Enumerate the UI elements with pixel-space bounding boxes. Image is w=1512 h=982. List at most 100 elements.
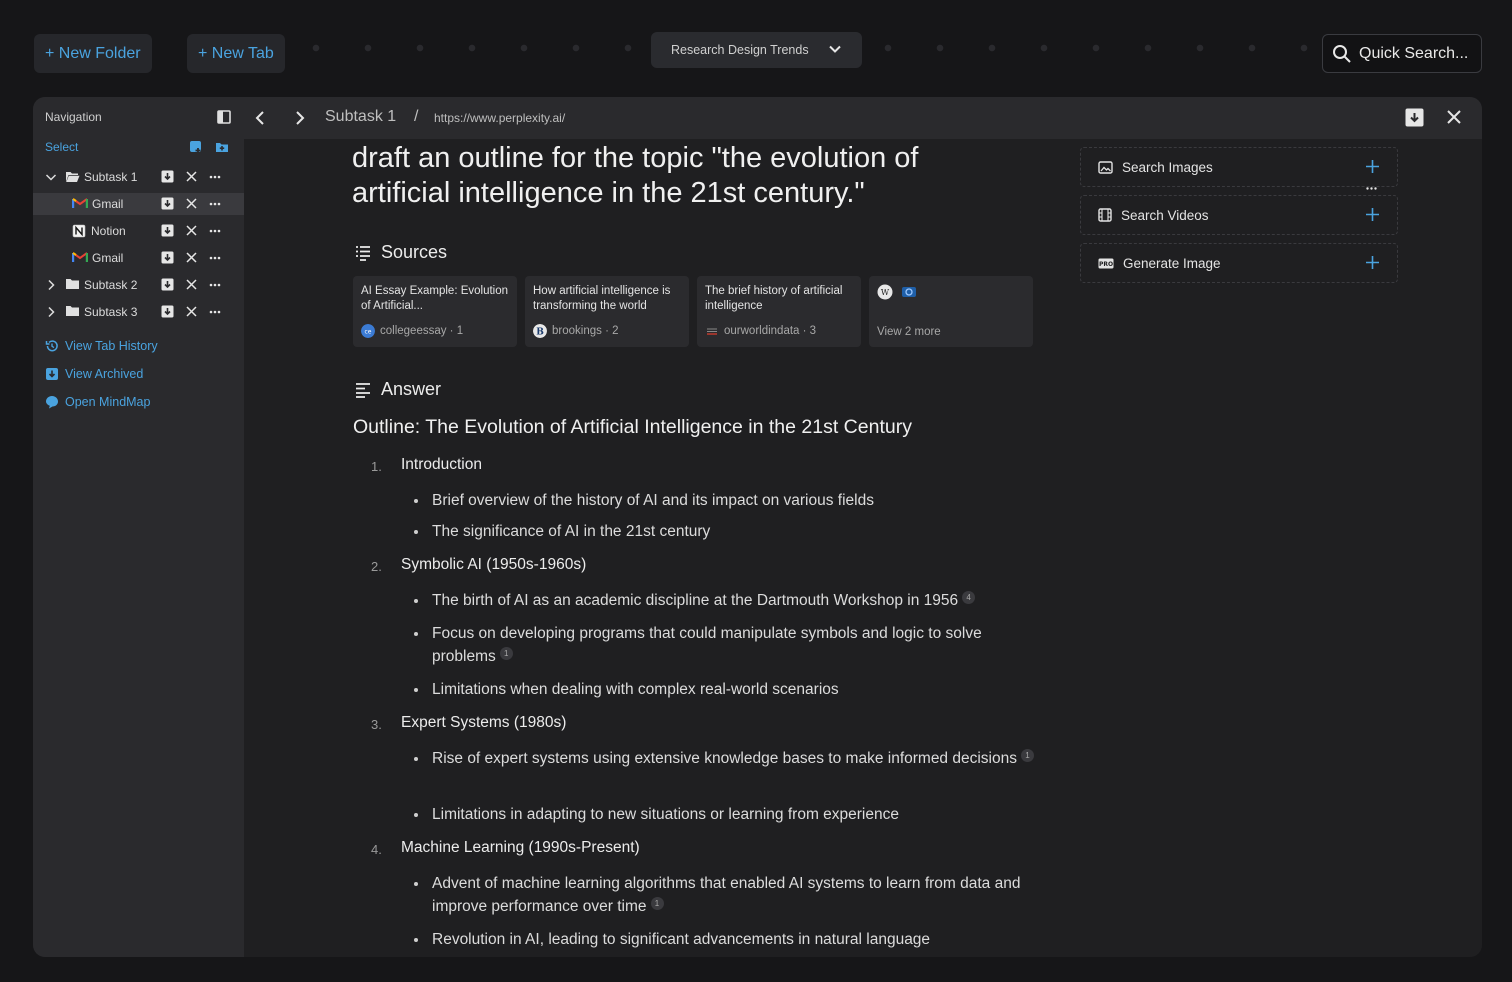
bullet-item: Limitations when dealing with complex re… bbox=[432, 681, 839, 698]
source-meta: ce collegeessay · 1 bbox=[361, 324, 463, 338]
new-tab-icon[interactable] bbox=[189, 140, 203, 154]
forward-arrow-icon[interactable] bbox=[292, 110, 308, 126]
plus-icon[interactable] bbox=[1365, 207, 1380, 222]
section-title: Introduction bbox=[401, 456, 482, 473]
close-icon[interactable] bbox=[1446, 109, 1462, 125]
chevron-down-icon[interactable] bbox=[45, 171, 57, 183]
archive-icon[interactable] bbox=[161, 251, 174, 264]
close-icon[interactable] bbox=[186, 198, 197, 209]
bullet-item: The birth of AI as an academic disciplin… bbox=[432, 589, 1042, 612]
archive-icon[interactable] bbox=[161, 224, 174, 237]
bullet-item: Rise of expert systems using extensive k… bbox=[432, 747, 1042, 770]
source-card[interactable]: AI Essay Example: Evolution of Artificia… bbox=[353, 276, 517, 347]
archive-icon[interactable] bbox=[161, 170, 174, 183]
folder-open-icon bbox=[66, 172, 80, 182]
more-options-icon[interactable] bbox=[209, 229, 221, 233]
generate-image-button[interactable]: PRO Generate Image bbox=[1080, 243, 1398, 283]
link-label: Open MindMap bbox=[65, 395, 151, 409]
close-icon[interactable] bbox=[186, 279, 197, 290]
breadcrumb-separator: / bbox=[414, 108, 419, 125]
section-title: Expert Systems (1980s) bbox=[401, 714, 567, 731]
archive-icon[interactable] bbox=[161, 278, 174, 291]
more-options-icon[interactable] bbox=[1366, 187, 1377, 190]
search-videos-button[interactable]: Search Videos bbox=[1080, 195, 1398, 235]
bullet-icon bbox=[414, 938, 418, 942]
more-options-icon[interactable] bbox=[209, 256, 221, 260]
new-folder-icon[interactable] bbox=[215, 140, 229, 154]
tree-item-gmail[interactable]: Gmail bbox=[33, 247, 244, 269]
citation-badge[interactable]: 1 bbox=[1020, 749, 1034, 762]
open-mindmap-link[interactable]: Open MindMap bbox=[45, 395, 150, 409]
more-options-icon[interactable] bbox=[209, 310, 221, 314]
archive-icon[interactable] bbox=[161, 197, 174, 210]
archive-icon[interactable] bbox=[1405, 108, 1424, 127]
plus-icon[interactable] bbox=[1365, 159, 1380, 174]
close-icon[interactable] bbox=[186, 306, 197, 317]
citation-badge[interactable]: 1 bbox=[499, 647, 513, 660]
notion-icon bbox=[72, 224, 86, 238]
url-field[interactable]: https://www.perplexity.ai/ bbox=[434, 111, 565, 125]
answer-heading: Answer bbox=[354, 379, 441, 400]
source-card[interactable]: The brief history of artificial intellig… bbox=[697, 276, 861, 347]
section-number: 4. bbox=[371, 842, 382, 857]
back-arrow-icon[interactable] bbox=[252, 110, 268, 126]
view-more-sources-card[interactable]: W View 2 more bbox=[869, 276, 1033, 347]
select-link[interactable]: Select bbox=[45, 140, 78, 154]
archive-icon[interactable] bbox=[161, 305, 174, 318]
mindmap-icon bbox=[46, 396, 58, 409]
plus-icon[interactable] bbox=[1365, 255, 1380, 270]
tree-item-subtask-3[interactable]: Subtask 3 bbox=[33, 301, 244, 323]
more-options-icon[interactable] bbox=[209, 283, 221, 287]
bullet-item: Limitations in adapting to new situation… bbox=[432, 806, 899, 823]
new-tab-button[interactable]: + New Tab bbox=[187, 34, 285, 73]
chevron-right-icon[interactable] bbox=[45, 306, 57, 318]
search-icon bbox=[1333, 44, 1351, 63]
navigation-sidebar: Navigation Select Subtask 1 Gmail Notion bbox=[33, 97, 244, 957]
citation-badge[interactable]: 1 bbox=[650, 897, 664, 910]
tree-item-gmail[interactable]: Gmail bbox=[33, 193, 244, 215]
source-meta: B brookings · 2 bbox=[533, 324, 619, 338]
history-icon bbox=[45, 340, 58, 352]
bullet-icon bbox=[414, 813, 418, 817]
folder-icon bbox=[66, 306, 79, 316]
view-tab-history-link[interactable]: View Tab History bbox=[45, 339, 158, 353]
tree-item-subtask-1[interactable]: Subtask 1 bbox=[33, 166, 244, 188]
close-icon[interactable] bbox=[186, 252, 197, 263]
answer-content: draft an outline for the topic "the evol… bbox=[244, 139, 1482, 957]
search-images-button[interactable]: Search Images bbox=[1080, 147, 1398, 190]
tree-item-label: Gmail bbox=[92, 197, 124, 211]
gmail-icon bbox=[72, 252, 88, 262]
more-options-icon[interactable] bbox=[209, 175, 221, 179]
tree-item-label: Gmail bbox=[92, 251, 124, 265]
image-icon bbox=[1098, 160, 1113, 174]
citation-badge[interactable]: 4 bbox=[962, 591, 976, 604]
more-sources-icons: W bbox=[877, 284, 1025, 300]
chevron-right-icon[interactable] bbox=[45, 279, 57, 291]
sidebar-toggle-icon[interactable] bbox=[217, 110, 231, 124]
folder-icon bbox=[66, 279, 79, 289]
tree-item-subtask-2[interactable]: Subtask 2 bbox=[33, 274, 244, 296]
workspace-dropdown[interactable]: Research Design Trends bbox=[651, 32, 862, 68]
bullet-icon bbox=[414, 599, 418, 603]
browser-window: Navigation Select Subtask 1 Gmail Notion bbox=[33, 97, 1482, 957]
source-title: The brief history of artificial intellig… bbox=[705, 285, 843, 312]
bullet-item: Advent of machine learning algorithms th… bbox=[432, 875, 1021, 915]
more-options-icon[interactable] bbox=[209, 202, 221, 206]
section-number: 3. bbox=[371, 717, 382, 732]
new-folder-button[interactable]: + New Folder bbox=[34, 34, 152, 73]
breadcrumb[interactable]: Subtask 1 bbox=[325, 108, 396, 126]
brookings-favicon-icon: B bbox=[533, 324, 547, 338]
bullet-icon bbox=[414, 499, 418, 503]
source-card[interactable]: How artificial intelligence is transform… bbox=[525, 276, 689, 347]
view-archived-link[interactable]: View Archived bbox=[45, 367, 143, 381]
bullet-item: Focus on developing programs that could … bbox=[432, 625, 982, 665]
quick-search-input[interactable]: Quick Search... bbox=[1322, 34, 1482, 73]
sources-icon bbox=[356, 245, 370, 261]
outline-title: Outline: The Evolution of Artificial Int… bbox=[353, 416, 912, 438]
sources-heading: Sources bbox=[354, 242, 447, 263]
tree-item-notion[interactable]: Notion bbox=[33, 220, 244, 242]
close-icon[interactable] bbox=[186, 171, 197, 182]
close-icon[interactable] bbox=[186, 225, 197, 236]
answer-icon bbox=[356, 382, 370, 398]
archive-icon bbox=[46, 368, 58, 380]
